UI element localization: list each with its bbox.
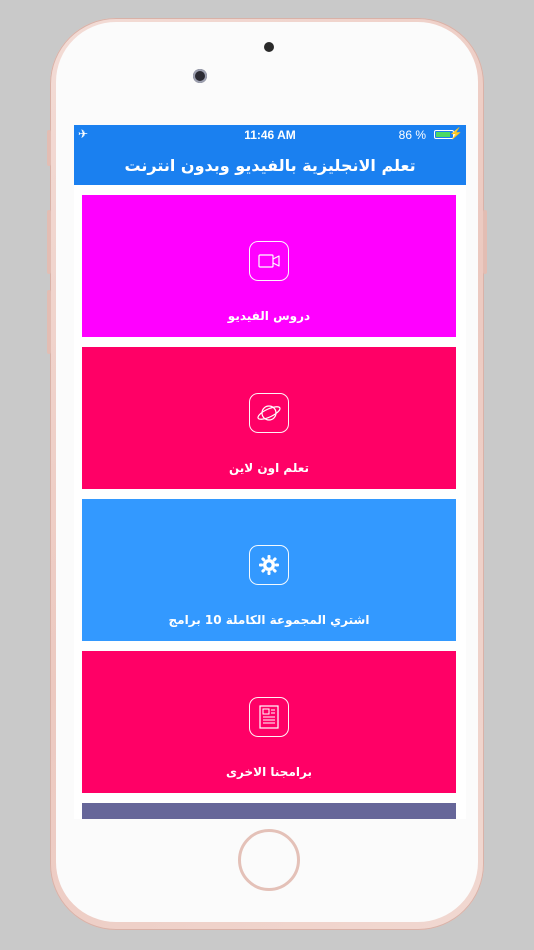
tile-label: دروس الفيديو xyxy=(227,309,311,323)
charging-icon: ⚡ xyxy=(449,128,463,140)
document-icon xyxy=(249,697,289,737)
tile-video-lessons[interactable]: دروس الفيديو xyxy=(82,195,456,337)
tile-label: تعلم اون لاين xyxy=(229,461,309,475)
gear-icon xyxy=(249,545,289,585)
nav-bar: تعلم الانجليزية بالفيديو وبدون انترنت xyxy=(74,145,466,185)
video-camera-icon xyxy=(249,241,289,281)
status-bar: ✈ 11:46 AM 86 % ⚡ xyxy=(74,125,466,145)
tile-buy-full-collection[interactable]: اشتري المجموعة الكاملة 10 برامج xyxy=(82,499,456,641)
tile-label: اشتري المجموعة الكاملة 10 برامج xyxy=(168,613,370,627)
tile-our-other-apps[interactable]: برامجنا الاخرى xyxy=(82,651,456,793)
volume-down-button xyxy=(47,290,51,354)
front-camera xyxy=(193,69,207,83)
tile-label: برامجنا الاخرى xyxy=(226,765,312,779)
volume-up-button xyxy=(47,210,51,274)
power-button xyxy=(483,210,487,274)
battery-fill xyxy=(436,132,450,137)
mute-switch xyxy=(47,130,51,166)
next-tile-partial[interactable] xyxy=(82,803,456,819)
earpiece-speaker xyxy=(264,42,274,52)
home-button[interactable] xyxy=(238,829,300,891)
app-screen: ✈ 11:46 AM 86 % ⚡ تعلم الانجليزية بالفيد… xyxy=(74,125,466,819)
battery-percent: 86 % xyxy=(398,128,426,142)
planet-icon xyxy=(249,393,289,433)
page-title: تعلم الانجليزية بالفيديو وبدون انترنت xyxy=(124,155,416,175)
tile-learn-online[interactable]: تعلم اون لاين xyxy=(82,347,456,489)
